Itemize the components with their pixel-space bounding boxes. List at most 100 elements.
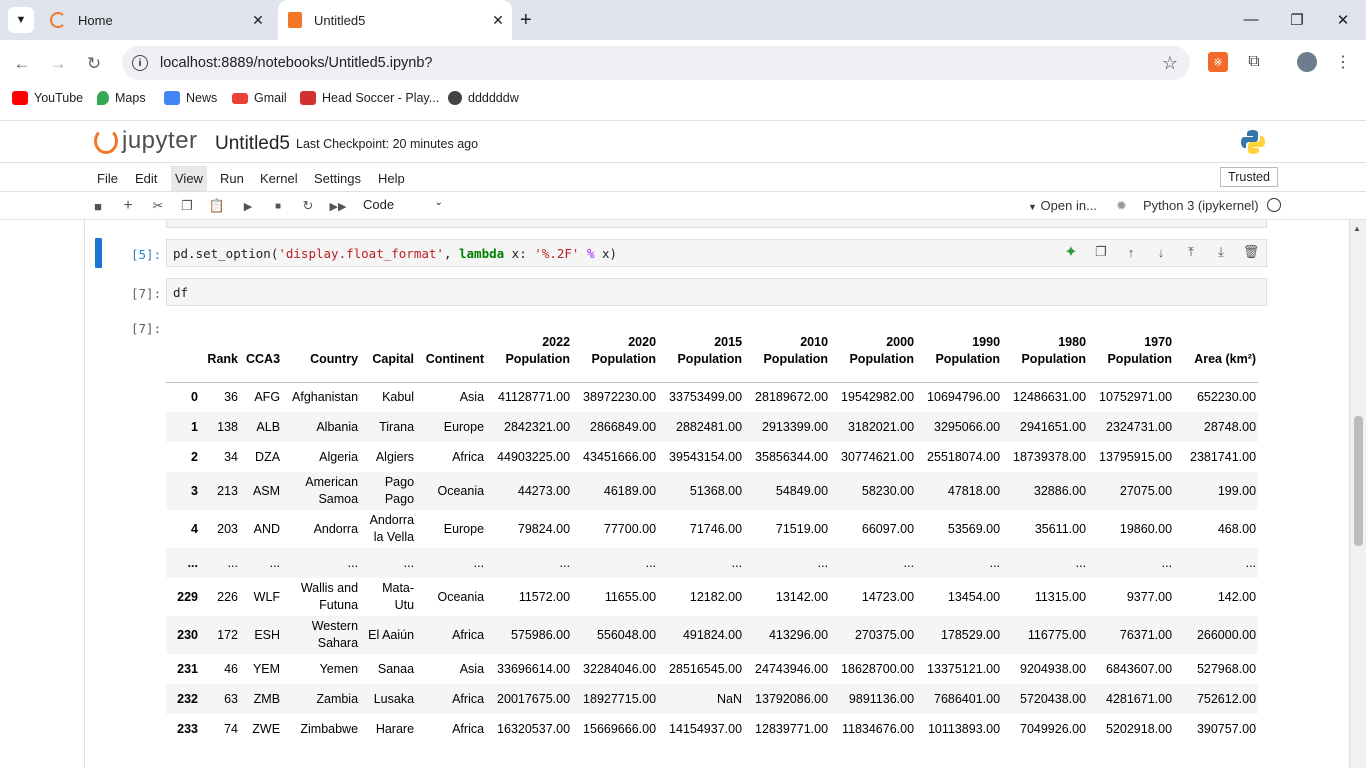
info-icon[interactable]: i — [132, 55, 148, 71]
bookmark-label: YouTube — [34, 91, 84, 105]
table-cell: 2324731.00 — [1106, 420, 1173, 434]
open-in-button[interactable]: ▼ Open in... — [1028, 198, 1097, 213]
cut-icon[interactable]: ✂ — [148, 196, 168, 216]
table-cell: 11834676.00 — [841, 722, 915, 736]
maximize-button[interactable]: ❐ — [1287, 11, 1307, 29]
last-checkpoint: Last Checkpoint: 20 minutes ago — [296, 137, 479, 151]
row-index: ... — [187, 556, 198, 570]
url-text[interactable]: localhost:8889/notebooks/Untitled5.ipynb… — [160, 55, 432, 71]
table-cell: Europe — [443, 522, 485, 536]
jupyter-logo[interactable]: jupyter — [94, 127, 198, 155]
code-cell-editor[interactable]: df — [166, 278, 1267, 306]
delete-cell-icon[interactable]: 🗑 — [1241, 242, 1261, 262]
code-token: '%.2F' — [534, 246, 580, 261]
previous-cell[interactable] — [166, 220, 1267, 228]
trusted-indicator[interactable]: Trusted — [1220, 167, 1278, 187]
menu-settings[interactable]: Settings — [314, 171, 361, 191]
bookmark-news[interactable]: News — [164, 91, 217, 105]
scroll-up-icon[interactable]: ▲ — [1353, 224, 1361, 233]
url-bar[interactable]: i localhost:8889/notebooks/Untitled5.ipy… — [122, 46, 1190, 80]
table-cell: 33753499.00 — [669, 390, 743, 405]
insert-above-icon[interactable]: ⤒ — [1181, 242, 1201, 262]
stop-icon[interactable]: ■ — [268, 196, 288, 216]
table-cell: NaN — [717, 692, 743, 706]
scroll-thumb[interactable] — [1354, 416, 1363, 546]
jupyter-header: jupyter Untitled5 Last Checkpoint: 20 mi… — [0, 120, 1366, 162]
ai-sparkle-icon[interactable]: ✦ — [1061, 242, 1081, 262]
move-up-icon[interactable]: ↑ — [1121, 242, 1141, 262]
table-cell: 11655.00 — [604, 590, 657, 604]
jupyter-tab-icon — [50, 12, 66, 28]
table-cell: Andorra la Vella — [369, 513, 415, 544]
menu-run[interactable]: Run — [220, 171, 244, 191]
close-icon[interactable]: ✕ — [484, 12, 512, 29]
bookmark-head-soccer[interactable]: Head Soccer - Play... — [300, 91, 439, 105]
table-cell: 32886.00 — [1033, 484, 1087, 498]
chevron-down-icon: ▼ — [15, 14, 27, 26]
tab-untitled5[interactable]: Untitled5 ✕ — [278, 0, 512, 40]
bookmark-label: Gmail — [254, 91, 287, 105]
insert-below-icon[interactable]: ⤓ — [1211, 242, 1231, 262]
forward-icon[interactable]: → — [48, 54, 68, 74]
table-cell: 12839771.00 — [755, 722, 829, 736]
notebook-panel[interactable]: [5]: pd.set_option('display.float_format… — [84, 220, 1350, 768]
menu-view[interactable]: View — [171, 166, 207, 191]
kernel-name[interactable]: Python 3 (ipykernel) — [1143, 198, 1259, 213]
table-cell: 7049926.00 — [1020, 722, 1087, 736]
tab-home[interactable]: Home ✕ — [40, 0, 272, 40]
duplicate-cell-icon[interactable]: ❐ — [1091, 242, 1111, 262]
kebab-menu-icon[interactable]: ⋮ — [1333, 52, 1353, 72]
notebook-title[interactable]: Untitled5 — [215, 133, 290, 155]
extension-icon[interactable]: ※ — [1208, 52, 1228, 72]
tab-search-button[interactable]: ▼ — [8, 7, 34, 33]
puzzle-icon[interactable]: ⧉ — [1244, 52, 1264, 72]
bookmark-star-icon[interactable]: ☆ — [1162, 53, 1178, 74]
caret-down-icon: ▼ — [1028, 202, 1037, 212]
save-icon[interactable]: ■ — [88, 196, 108, 216]
paste-icon[interactable]: 📋 — [207, 196, 227, 216]
table-cell: Lusaka — [373, 691, 415, 706]
menu-kernel[interactable]: Kernel — [260, 171, 298, 191]
menu-file[interactable]: File — [97, 171, 118, 191]
menu-edit[interactable]: Edit — [135, 171, 157, 191]
bookmark-label: News — [186, 91, 218, 105]
restart-run-all-icon[interactable]: ▶▶ — [328, 196, 348, 216]
table-cell: 178529.00 — [940, 628, 1001, 642]
bookmark-ddddddw[interactable]: ddddddw — [448, 91, 519, 105]
new-tab-button[interactable]: + — [520, 9, 532, 31]
table-cell: Oceania — [437, 484, 485, 498]
avatar[interactable] — [1297, 52, 1317, 72]
minimize-button[interactable]: — — [1241, 11, 1261, 28]
scrollbar[interactable]: ▲ — [1350, 220, 1366, 768]
table-cell: ... — [473, 556, 485, 570]
reload-icon[interactable]: ↻ — [84, 54, 104, 74]
window-close-button[interactable]: ✕ — [1333, 11, 1353, 29]
youtube-icon — [12, 91, 28, 105]
restart-icon[interactable]: ↻ — [298, 196, 318, 216]
menu-help[interactable]: Help — [378, 171, 405, 191]
bookmark-gmail[interactable]: Gmail — [232, 91, 287, 105]
cell-type-select[interactable]: Code ⌄ — [363, 197, 443, 212]
bookmark-youtube[interactable]: YouTube — [12, 91, 83, 105]
add-cell-icon[interactable]: + — [118, 196, 138, 216]
column-header: 1990 Population — [935, 334, 1001, 366]
run-icon[interactable]: ▶ — [238, 196, 258, 216]
bookmark-maps[interactable]: Maps — [97, 91, 146, 105]
column-header: Country — [310, 351, 359, 366]
table-cell: ALB — [256, 420, 281, 434]
gmail-icon — [232, 92, 248, 104]
table-cell: 77700.00 — [603, 522, 657, 536]
table-cell: 527968.00 — [1196, 662, 1257, 676]
table-row: 233 74 ZWE Zimbabwe Harare Africa 16320537.00 1… — [166, 714, 1259, 744]
table-cell: 5720438.00 — [1020, 692, 1087, 706]
move-down-icon[interactable]: ↓ — [1151, 242, 1171, 262]
tab-title: Home — [78, 12, 113, 28]
copy-icon[interactable]: ❐ — [177, 196, 197, 216]
close-icon[interactable]: ✕ — [244, 12, 272, 29]
code-token: 'display.float_format' — [278, 246, 444, 261]
table-cell: 38972230.00 — [583, 390, 657, 405]
back-icon[interactable]: ← — [12, 54, 32, 74]
table-cell: 199.00 — [1217, 484, 1257, 498]
table-cell: 35856344.00 — [755, 450, 829, 464]
table-cell: 79824.00 — [517, 522, 571, 536]
